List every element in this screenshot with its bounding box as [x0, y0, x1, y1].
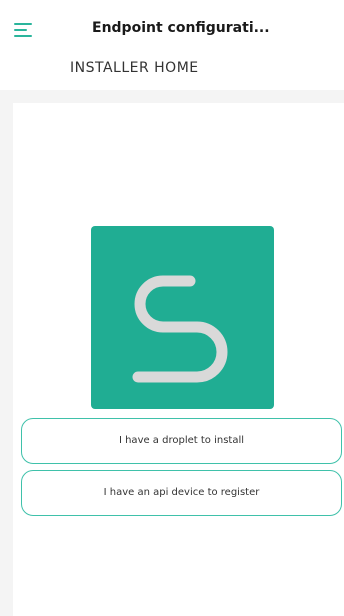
page-header: INSTALLER HOME	[0, 48, 344, 91]
register-api-device-button[interactable]: I have an api device to register	[21, 470, 342, 516]
page-title: INSTALLER HOME	[70, 60, 199, 76]
app-title: Endpoint configurati...	[92, 20, 270, 36]
top-app-bar: Endpoint configurati...	[0, 0, 344, 48]
hamburger-menu-icon[interactable]	[14, 23, 32, 37]
s-logo-icon	[91, 226, 274, 409]
install-droplet-button[interactable]: I have a droplet to install	[21, 418, 342, 464]
